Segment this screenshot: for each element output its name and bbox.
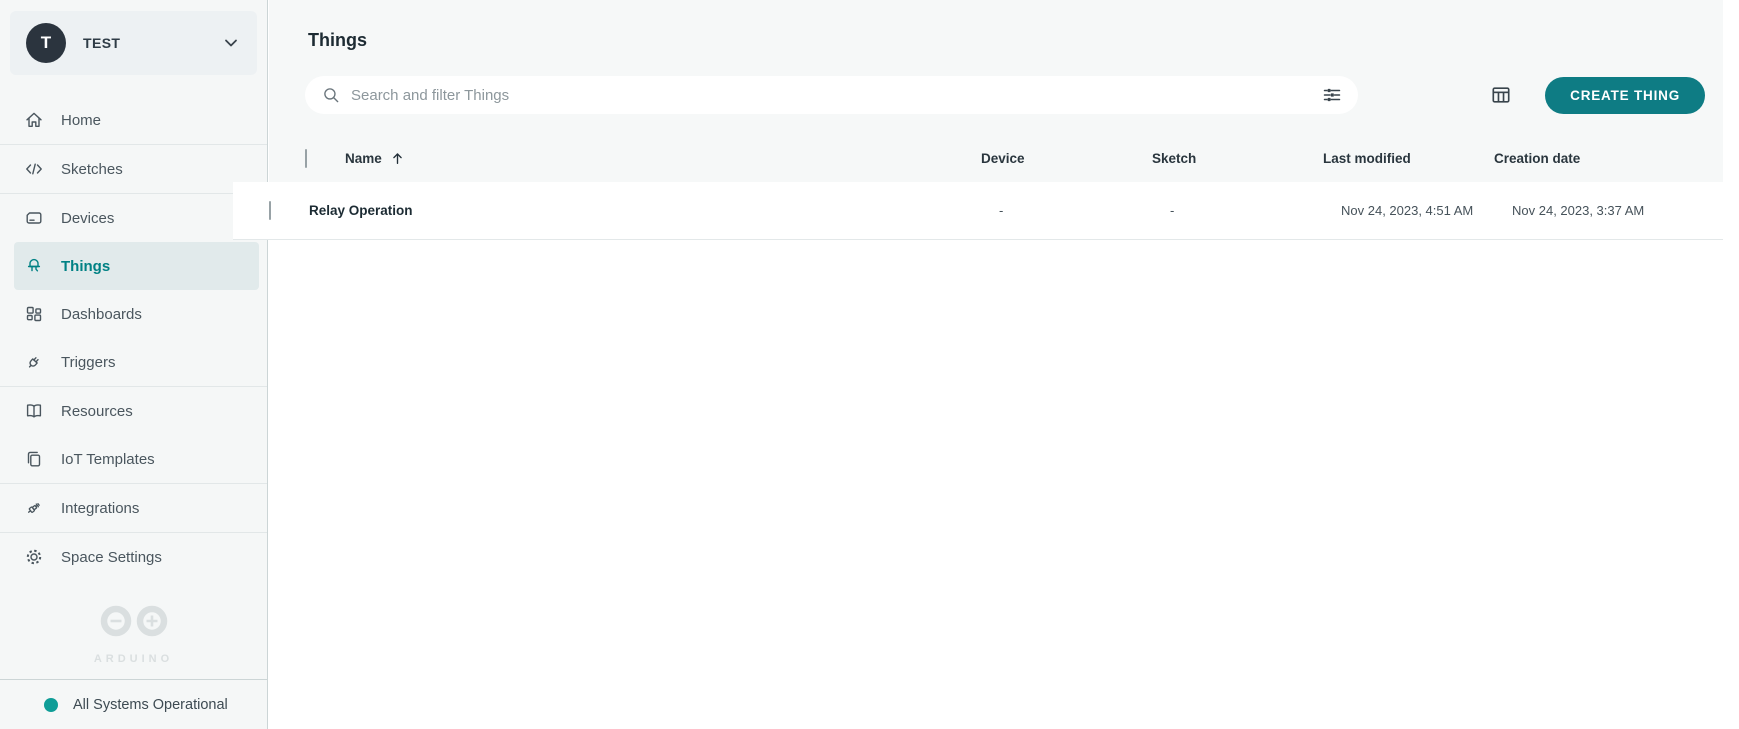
sidebar-item-iot-templates[interactable]: IoT Templates — [0, 435, 267, 483]
sketches-icon — [24, 159, 44, 179]
sidebar-item-devices[interactable]: Devices — [0, 194, 267, 242]
sidebar-item-label: Sketches — [61, 161, 123, 178]
thing-last-modified: Nov 24, 2023, 4:51 AM — [1341, 203, 1512, 218]
triggers-icon — [24, 352, 44, 372]
sidebar-item-things[interactable]: Things — [14, 242, 259, 290]
space-settings-icon — [24, 547, 44, 567]
avatar: T — [26, 23, 66, 63]
resources-icon — [24, 401, 44, 421]
devices-icon — [24, 208, 44, 228]
column-header-last-modified[interactable]: Last modified — [1323, 151, 1494, 166]
system-status[interactable]: All Systems Operational — [0, 679, 267, 729]
sidebar-item-label: Triggers — [61, 354, 115, 371]
thing-device: - — [999, 203, 1170, 218]
sidebar-item-label: Space Settings — [61, 549, 162, 566]
arduino-logo-text: ARDUINO — [0, 653, 267, 665]
thing-creation-date: Nov 24, 2023, 3:37 AM — [1512, 203, 1723, 218]
sort-ascending-icon — [390, 151, 405, 166]
status-text: All Systems Operational — [73, 697, 228, 713]
create-thing-button[interactable]: CREATE THING — [1545, 77, 1705, 114]
toolbar: CREATE THING — [305, 76, 1705, 114]
search-box — [305, 76, 1358, 114]
sidebar-item-resources[interactable]: Resources — [0, 387, 267, 435]
sidebar-nav: Home Sketches Devices Things D — [0, 96, 267, 581]
chevron-down-icon — [221, 33, 241, 53]
things-header: Things CREATE THING — [269, 0, 1723, 182]
sidebar-item-label: Integrations — [61, 500, 139, 517]
workspace-name: TEST — [83, 35, 120, 51]
select-all-checkbox[interactable] — [305, 149, 307, 168]
sidebar: T TEST Home Sketches Devices — [0, 0, 268, 729]
home-icon — [24, 110, 44, 130]
table-header-row: Name Device Sketch Last modified Creatio… — [305, 135, 1705, 182]
sidebar-item-triggers[interactable]: Triggers — [0, 338, 267, 386]
table-row[interactable]: Relay Operation - - Nov 24, 2023, 4:51 A… — [233, 182, 1739, 240]
iot-templates-icon — [24, 449, 44, 469]
sidebar-item-space-settings[interactable]: Space Settings — [0, 533, 267, 581]
sidebar-item-label: Resources — [61, 403, 133, 420]
column-header-name[interactable]: Name — [345, 151, 981, 166]
sidebar-item-label: Home — [61, 112, 101, 129]
sidebar-footer: ARDUINO — [0, 604, 267, 679]
columns-icon[interactable] — [1490, 84, 1512, 106]
sidebar-item-label: Devices — [61, 210, 114, 227]
thing-sketch: - — [1170, 203, 1341, 218]
page-title: Things — [305, 0, 1705, 51]
sidebar-item-home[interactable]: Home — [0, 96, 267, 144]
integrations-icon — [24, 498, 44, 518]
search-input[interactable] — [305, 76, 1358, 114]
row-checkbox[interactable] — [269, 201, 271, 220]
sidebar-item-label: Dashboards — [61, 306, 142, 323]
sidebar-item-integrations[interactable]: Integrations — [0, 484, 267, 532]
workspace-switcher[interactable]: T TEST — [10, 11, 257, 75]
column-header-creation-date[interactable]: Creation date — [1494, 151, 1705, 166]
filter-sliders-icon[interactable] — [1322, 85, 1342, 110]
sidebar-item-label: IoT Templates — [61, 451, 155, 468]
scrollbar-track[interactable] — [1723, 0, 1739, 729]
arduino-logo — [86, 633, 182, 650]
column-header-sketch[interactable]: Sketch — [1152, 151, 1323, 166]
sidebar-item-label: Things — [61, 258, 110, 275]
status-dot-icon — [44, 698, 58, 712]
sidebar-item-sketches[interactable]: Sketches — [0, 145, 267, 193]
thing-name[interactable]: Relay Operation — [309, 203, 999, 218]
column-header-device[interactable]: Device — [981, 151, 1152, 166]
main-content: Things CREATE THING — [269, 0, 1739, 729]
dashboards-icon — [24, 304, 44, 324]
sidebar-item-dashboards[interactable]: Dashboards — [0, 290, 267, 338]
column-label: Name — [345, 151, 382, 166]
search-icon — [322, 86, 340, 109]
things-icon — [24, 256, 44, 276]
